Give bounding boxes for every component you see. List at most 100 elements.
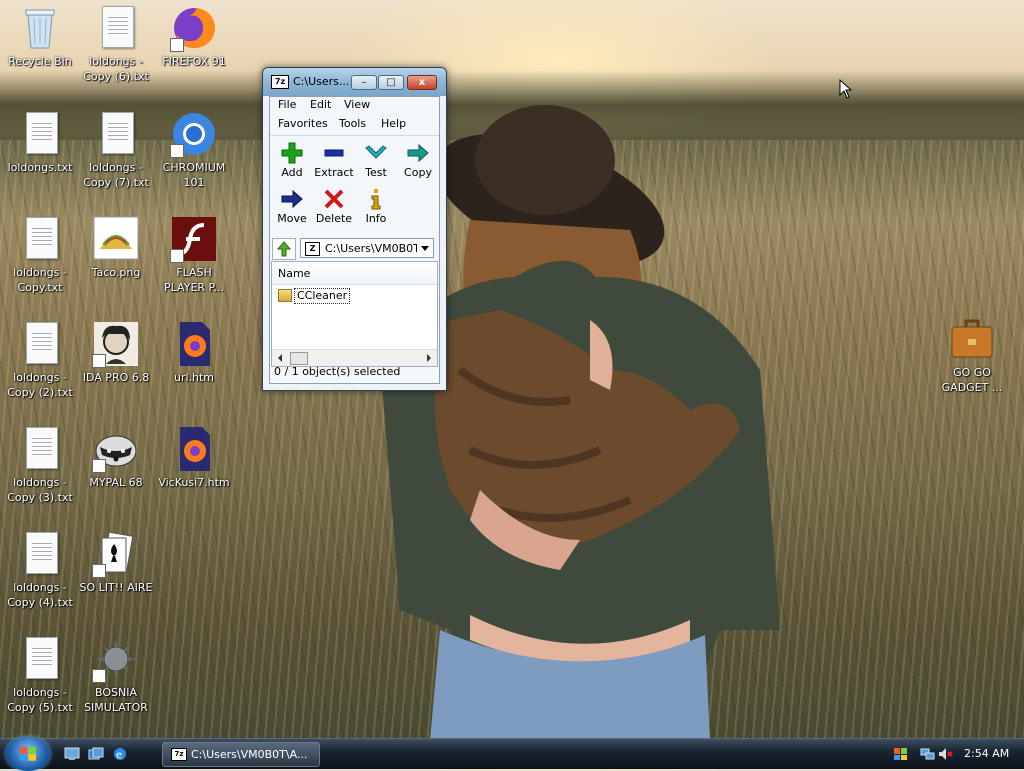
desktop-icon-url-htm[interactable]: url.htm	[154, 320, 234, 385]
maximize-icon: □	[386, 77, 396, 88]
text-file-icon	[16, 320, 64, 368]
desktop-icon-text-file[interactable]: loldongs - Copy (4).txt	[0, 530, 80, 610]
window-title: C:\Users...	[293, 75, 350, 88]
shortcut-arrow-icon	[170, 249, 184, 263]
desktop-icon-bosnia-simulator[interactable]: BOSNIA SIMULATOR	[76, 635, 156, 715]
icon-label: loldongs - Copy.txt	[13, 266, 67, 294]
column-header-label: Name	[278, 267, 311, 280]
volume-muted-icon[interactable]	[938, 747, 953, 761]
desktop-icon-text-file[interactable]: loldongs - Copy (7).txt	[76, 110, 156, 190]
chevron-down-icon[interactable]	[421, 246, 429, 251]
raccoon-icon	[92, 425, 140, 473]
add-button[interactable]: Add	[271, 142, 313, 179]
extract-button[interactable]: Extract	[313, 142, 355, 179]
icon-label: url.htm	[173, 371, 215, 384]
desktop-icon-mypal[interactable]: MYPAL 68	[76, 425, 156, 490]
test-button[interactable]: Test	[355, 142, 397, 179]
clock[interactable]: 2:54 AM	[964, 747, 1009, 760]
internet-explorer-icon[interactable]: e	[112, 747, 128, 761]
info-label: Info	[365, 212, 387, 225]
icon-label: Recycle Bin	[8, 55, 72, 68]
test-label: Test	[365, 166, 387, 179]
move-button[interactable]: Move	[271, 188, 313, 225]
icon-label: loldongs - Copy (7).txt	[83, 161, 149, 189]
arrow-right-icon	[407, 142, 429, 164]
desktop-icon-text-file[interactable]: loldongs - Copy (3).txt	[0, 425, 80, 505]
text-file-icon	[92, 4, 140, 52]
desktop-icon-ida-pro[interactable]: IDA PRO 6.8	[76, 320, 156, 385]
7zip-path-icon: Z	[305, 242, 320, 256]
shortcut-arrow-icon	[170, 144, 184, 158]
copy-label: Copy	[404, 166, 432, 179]
firefox-document-icon	[170, 425, 218, 473]
windows-flag-icon[interactable]	[893, 747, 908, 761]
desktop-icon-chromium[interactable]: CHROMIUM 101	[154, 110, 234, 190]
taskbar-button-label: C:\Users\VM0B0T\A...	[191, 748, 308, 761]
7zip-app-icon: 7z	[171, 748, 187, 761]
text-file-icon	[16, 425, 64, 473]
icon-label: VicKusi7.htm	[158, 476, 230, 489]
shortcut-arrow-icon	[92, 354, 106, 368]
menu-file[interactable]: File	[278, 98, 296, 111]
file-list[interactable]: Name CCleaner	[271, 261, 438, 367]
show-desktop-icon[interactable]	[64, 747, 80, 761]
arrow-right-icon	[281, 188, 303, 210]
add-label: Add	[281, 166, 303, 179]
minimize-button[interactable]: –	[351, 75, 377, 90]
taskbar-button-7zip[interactable]: 7z C:\Users\VM0B0T\A...	[162, 742, 320, 767]
icon-label: loldongs - Copy (4).txt	[7, 581, 73, 609]
extract-label: Extract	[314, 166, 354, 179]
desktop-icon-taco[interactable]: Taco.png	[76, 215, 156, 280]
minus-icon	[323, 142, 345, 164]
text-file-icon	[16, 110, 64, 158]
maximize-button[interactable]: □	[378, 75, 404, 90]
menu-tools[interactable]: Tools	[339, 117, 366, 130]
minimize-icon: –	[361, 77, 367, 88]
x-icon	[323, 188, 345, 210]
start-button[interactable]	[6, 737, 50, 771]
close-button[interactable]: x	[407, 75, 437, 90]
menu-view[interactable]: View	[344, 98, 370, 111]
path-combobox[interactable]: Z C:\Users\VM0B0T	[300, 238, 434, 258]
icon-label: CHROMIUM 101	[162, 161, 226, 189]
7zip-file-manager-window[interactable]: 7z C:\Users... – □ x File Edit View Favo…	[262, 67, 447, 391]
folder-icon	[278, 289, 292, 302]
copy-button[interactable]: Copy	[397, 142, 439, 179]
delete-button[interactable]: Delete	[313, 188, 355, 225]
desktop-icon-flash-player[interactable]: FLASH PLAYER P...	[154, 215, 234, 295]
column-header-name[interactable]: Name	[272, 262, 437, 285]
desktop-icon-solitaire[interactable]: SO LIT!! AIRE	[76, 530, 156, 595]
switch-windows-icon[interactable]	[88, 747, 104, 761]
flash-player-icon	[170, 215, 218, 263]
toolbar: Add Extract Test Copy Move Delete Info	[270, 135, 439, 236]
title-bar[interactable]: 7z C:\Users... – □ x	[263, 68, 446, 96]
menu-help[interactable]: Help	[381, 117, 406, 130]
menu-bar: File Edit View Favorites Tools Help	[270, 97, 439, 135]
desktop-icon-text-file[interactable]: loldongs - Copy (2).txt	[0, 320, 80, 400]
desktop-icon-text-file[interactable]: loldongs - Copy.txt	[0, 215, 80, 295]
network-icon[interactable]	[920, 747, 935, 761]
window-body: File Edit View Favorites Tools Help Add …	[269, 96, 440, 384]
info-button[interactable]: Info	[355, 188, 397, 225]
taskbar: e 7z C:\Users\VM0B0T\A... 2:54 AM	[0, 737, 1024, 771]
menu-favorites[interactable]: Favorites	[278, 117, 328, 130]
desktop-icon-vickusi7-htm[interactable]: VicKusi7.htm	[154, 425, 234, 490]
icon-label: loldongs.txt	[7, 161, 73, 174]
system-tray: 2:54 AM	[890, 739, 1024, 769]
shortcut-arrow-icon	[92, 564, 106, 578]
desktop-icon-go-go-gadget[interactable]: GO GO GADGET ...	[932, 315, 1012, 395]
desktop-icon-firefox[interactable]: FIREFOX 91	[154, 4, 234, 69]
icon-label: FIREFOX 91	[162, 55, 226, 68]
desktop-icon-text-file[interactable]: loldongs - Copy (5).txt	[0, 635, 80, 715]
desktop-icon-text-file[interactable]: loldongs - Copy (6).txt	[76, 4, 156, 84]
desktop-icon-recycle-bin[interactable]: Recycle Bin	[0, 4, 80, 69]
path-text: C:\Users\VM0B0T	[325, 242, 417, 255]
menu-edit[interactable]: Edit	[310, 98, 331, 111]
desktop-icon-text-file[interactable]: loldongs.txt	[0, 110, 80, 175]
icon-label: SO LIT!! AIRE	[79, 581, 153, 594]
text-file-icon	[16, 635, 64, 683]
chromium-icon	[170, 110, 218, 158]
7zip-app-icon: 7z	[271, 75, 289, 89]
up-folder-button[interactable]	[272, 238, 296, 260]
shortcut-arrow-icon	[170, 38, 184, 52]
